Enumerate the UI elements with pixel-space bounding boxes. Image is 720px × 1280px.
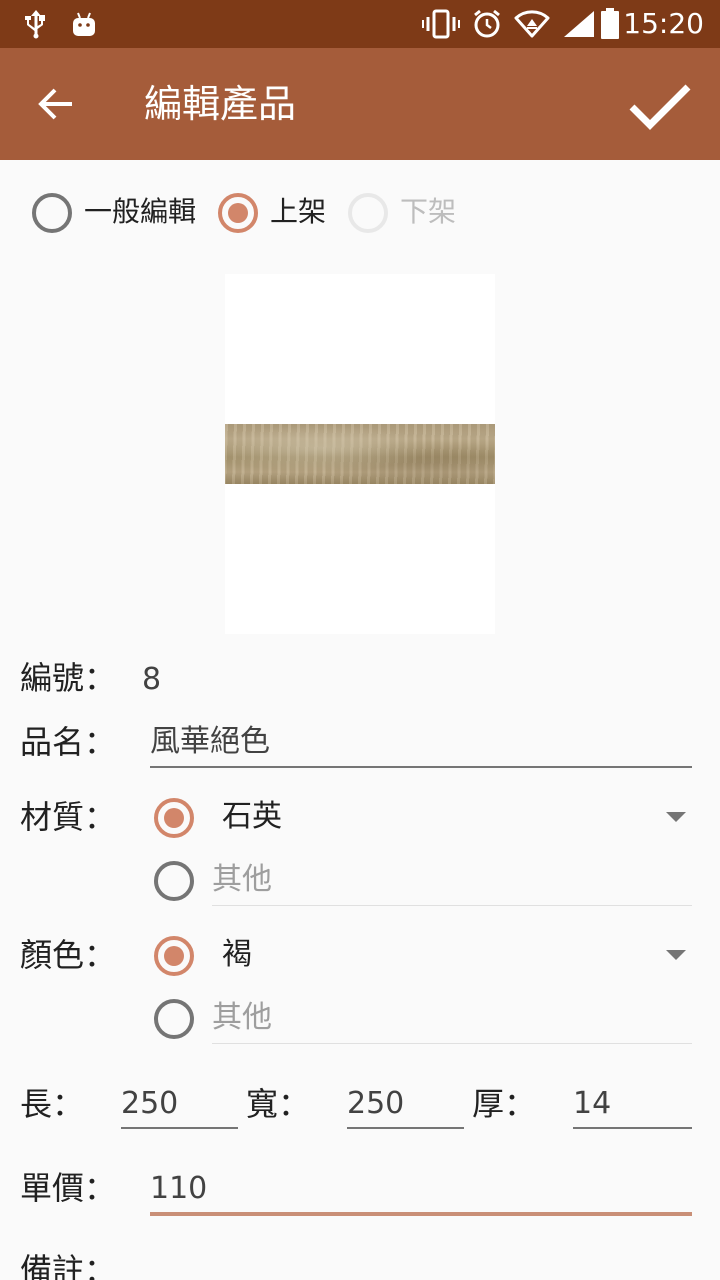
radio-material-preset[interactable] [154,798,194,838]
color-other-underline [212,1043,692,1044]
radio-material-other[interactable] [154,861,194,901]
name-input[interactable]: 風華絕色 [150,722,270,762]
color-label: 顏色： [20,936,117,974]
name-label: 品名： [20,723,117,761]
length-input-underline [121,1127,238,1129]
status-time: 15:20 [623,7,704,40]
back-button[interactable] [24,72,88,136]
app-bar: 編輯產品 [0,48,720,160]
confirm-button[interactable] [616,62,704,150]
id-value: 8 [142,662,162,697]
check-icon [629,84,691,130]
material-label: 材質： [20,798,117,836]
color-dropdown-arrow-icon[interactable] [666,950,686,960]
wifi-icon [514,8,550,40]
radio-color-other[interactable] [154,999,194,1039]
price-label: 單價： [20,1169,117,1207]
price-input[interactable]: 110 [150,1169,207,1209]
width-input[interactable]: 250 [347,1084,404,1124]
thickness-label: 厚： [472,1085,537,1123]
status-bar: 15:20 [0,0,720,48]
alarm-icon [472,8,502,40]
note-label: 備註： [20,1251,117,1280]
id-label: 編號： [20,659,117,697]
color-other-input[interactable]: 其他 [212,998,272,1038]
android-icon [70,8,98,40]
radio-off-shelf-label: 下架 [400,195,457,228]
radio-general-edit[interactable] [32,193,72,233]
material-other-underline [212,905,692,906]
product-image[interactable] [225,274,495,634]
price-input-underline [150,1212,692,1216]
thickness-input-underline [573,1127,692,1129]
signal-icon [562,8,596,40]
material-dropdown-arrow-icon[interactable] [666,812,686,822]
width-input-underline [347,1127,464,1129]
radio-general-edit-label: 一般編輯 [84,195,197,228]
length-label: 長： [20,1085,85,1123]
page-title: 編輯產品 [144,82,297,126]
name-input-underline [150,766,692,768]
usb-icon [22,8,50,40]
tile-photo [225,424,495,484]
length-input[interactable]: 250 [121,1084,178,1124]
vibrate-icon [422,8,460,40]
radio-on-shelf[interactable] [218,193,258,233]
radio-on-shelf-label: 上架 [270,195,327,228]
material-other-input[interactable]: 其他 [212,860,272,900]
battery-icon [600,8,620,40]
width-label: 寬： [246,1085,311,1123]
material-select[interactable]: 石英 [222,797,282,837]
color-select[interactable]: 褐 [222,935,252,975]
radio-color-preset[interactable] [154,936,194,976]
arrow-back-icon [38,88,72,120]
thickness-input[interactable]: 14 [573,1084,611,1124]
radio-off-shelf [348,193,388,233]
